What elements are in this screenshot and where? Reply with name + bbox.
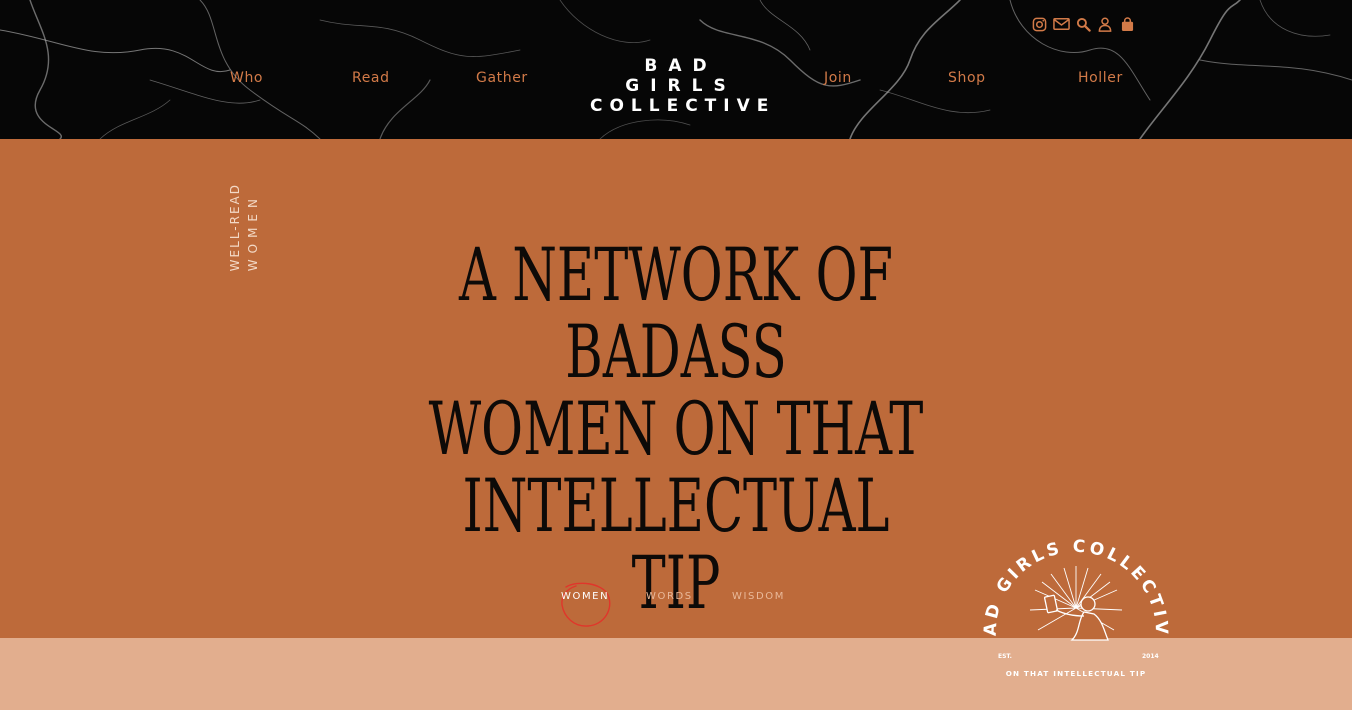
badge-year: 2014 bbox=[1142, 653, 1159, 660]
logo-line-2: COLLECTIVE bbox=[590, 96, 776, 116]
headline-line-2: WOMEN ON THAT bbox=[428, 387, 924, 472]
sunburst-icon bbox=[1029, 566, 1123, 631]
site-logo[interactable]: BAD GIRLS COLLECTIVE bbox=[584, 56, 770, 116]
headline-line-1: A NETWORK OF BADASS bbox=[459, 233, 893, 395]
vertical-tagline: WELL-READ WOMEN bbox=[215, 171, 265, 271]
badge-bottom-text: ON THAT INTELLECTUAL TIP bbox=[1006, 669, 1147, 678]
vertical-tagline-line-2: WOMEN bbox=[246, 192, 260, 271]
active-tab-circle bbox=[561, 582, 611, 627]
utility-bar bbox=[1030, 15, 1136, 33]
user-icon[interactable] bbox=[1096, 15, 1114, 33]
nav-link-holler[interactable]: Holler bbox=[1078, 70, 1123, 86]
nav-link-who[interactable]: Who bbox=[230, 70, 263, 86]
hero-headline: A NETWORK OF BADASS WOMEN ON THAT INTELL… bbox=[413, 237, 939, 622]
instagram-icon[interactable] bbox=[1030, 15, 1048, 33]
mail-icon[interactable] bbox=[1052, 15, 1070, 33]
vertical-tagline-line-1: WELL-READ bbox=[228, 182, 242, 271]
bag-icon[interactable] bbox=[1118, 15, 1136, 33]
search-icon[interactable] bbox=[1074, 15, 1092, 33]
nav-link-shop[interactable]: Shop bbox=[948, 70, 986, 86]
nav-link-join[interactable]: Join bbox=[824, 70, 852, 86]
logo-line-1: BAD GIRLS bbox=[625, 56, 737, 96]
tab-wisdom[interactable]: WISDOM bbox=[732, 591, 785, 602]
nav-link-read[interactable]: Read bbox=[352, 70, 390, 86]
collective-badge: BAD GIRLS COLLECTIVE EST. 2014 ON THAT I… bbox=[980, 520, 1168, 678]
badge-est-label: EST. bbox=[998, 653, 1012, 660]
tab-words[interactable]: WORDS bbox=[646, 591, 693, 602]
nav-link-gather[interactable]: Gather bbox=[476, 70, 528, 86]
tab-women[interactable]: WOMEN bbox=[561, 591, 609, 602]
site-header: Who Read Gather Join Shop Holler BAD GIR… bbox=[0, 0, 1352, 139]
